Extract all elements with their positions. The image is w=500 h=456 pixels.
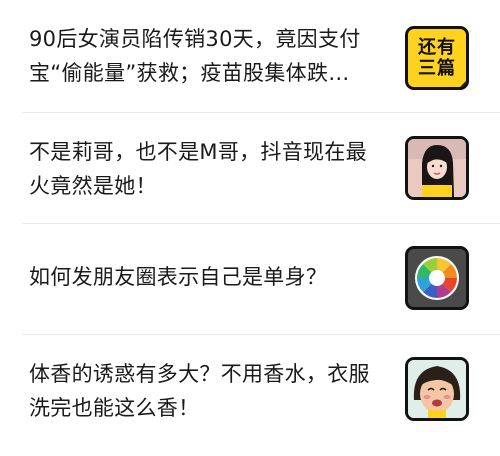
more-articles-badge-icon[interactable]: 还有 三篇 [405, 26, 469, 90]
cartoon-face-icon [408, 360, 466, 418]
article-list: 90后女演员陷传销30天，竟因支付宝“偷能量”获救；疫苗股集体跌… 还有 三篇 … [0, 0, 500, 456]
badge-corner [458, 79, 466, 87]
article-title[interactable]: 90后女演员陷传销30天，竟因支付宝“偷能量”获救；疫苗股集体跌… [29, 22, 381, 90]
list-item[interactable]: 90后女演员陷传销30天，竟因支付宝“偷能量”获救；疫苗股集体跌… 还有 三篇 [0, 0, 500, 112]
article-title[interactable]: 不是莉哥，也不是M哥，抖音现在最火竟然是她！ [29, 135, 381, 203]
list-item[interactable]: 体香的诱惑有多大？不用香水，衣服洗完也能这么香！ [0, 335, 500, 456]
moments-aperture-icon[interactable] [405, 246, 469, 310]
badge-text-line2: 三篇 [418, 58, 456, 79]
moments-aperture-icon [408, 249, 466, 307]
cartoon-face-icon[interactable] [405, 357, 469, 421]
article-title[interactable]: 体香的诱惑有多大？不用香水，衣服洗完也能这么香！ [29, 357, 381, 425]
woman-portrait-icon[interactable] [405, 136, 469, 200]
woman-portrait-icon [408, 139, 466, 197]
badge-text-line1: 还有 [418, 37, 456, 58]
list-item[interactable]: 如何发朋友圈表示自己是单身？ [0, 224, 500, 334]
list-item[interactable]: 不是莉哥，也不是M哥，抖音现在最火竟然是她！ [0, 113, 500, 223]
article-title[interactable]: 如何发朋友圈表示自己是单身？ [29, 260, 381, 294]
